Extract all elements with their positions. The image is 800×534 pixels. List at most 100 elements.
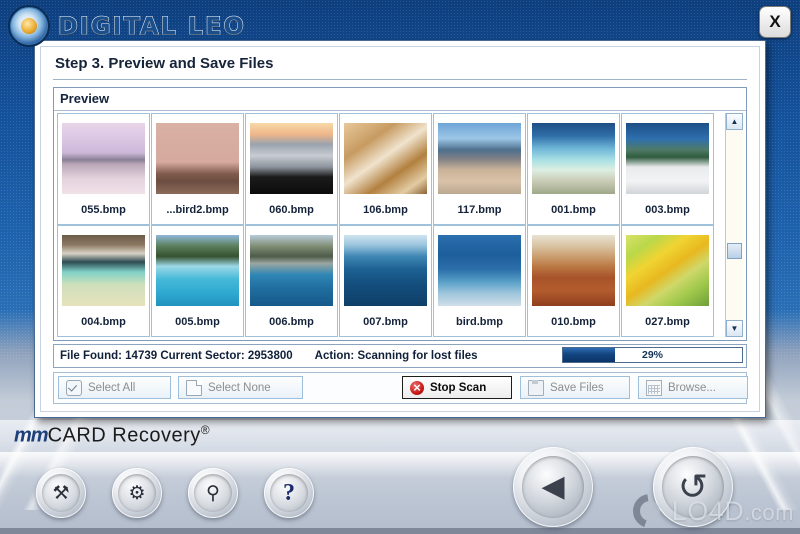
wrench-tool-icon: ⚒: [52, 482, 70, 504]
thumbnail-item[interactable]: 006.bmp: [245, 225, 338, 337]
floppy-disk-icon: [528, 379, 544, 396]
magnifier-search-inner: ⚲: [194, 474, 232, 512]
close-icon: X: [769, 12, 781, 31]
thumbnail-image: [61, 234, 146, 307]
brand-title-prefix: DIGITAL: [58, 12, 178, 41]
page-title: Step 3. Preview and Save Files: [55, 55, 274, 72]
preview-scrollbar[interactable]: ▲ ▼: [725, 113, 743, 337]
browse-label: Browse...: [668, 381, 716, 394]
restart-circular-arrow-icon: ↺: [677, 466, 709, 507]
thumbnail-filename: 055.bmp: [81, 204, 126, 216]
thumbnail-item[interactable]: 005.bmp: [151, 225, 244, 337]
select-all-label: Select All: [88, 381, 136, 394]
background-footer-strip: [0, 528, 800, 534]
scrollbar-up-button[interactable]: ▲: [726, 113, 743, 130]
select-none-label: Select None: [208, 381, 271, 394]
thumbnail-filename: 010.bmp: [551, 316, 596, 328]
blank-page-icon: [186, 379, 202, 396]
thumbnail-image: [249, 122, 334, 195]
thumbnail-filename: bird.bmp: [455, 316, 504, 328]
thumbnail-item[interactable]: bird.bmp: [433, 225, 526, 337]
brand-header: DIGITAL LEO: [8, 5, 246, 47]
brand-title: DIGITAL LEO: [58, 12, 246, 41]
action-button-bar: Select All Select None Stop Scan Save Fi…: [53, 372, 748, 404]
back-triangle-icon: ◀: [541, 470, 565, 503]
thumbnail-grid: 055.bmp ...bird2.bmp 060.bmp 106.bmp 117.bmp…: [57, 113, 725, 337]
thumbnail-image: [531, 234, 616, 307]
stop-red-circle-icon: [410, 378, 424, 398]
gear-settings-inner: ⚙: [118, 474, 156, 512]
product-name-rest: CARD Recovery: [47, 424, 201, 447]
browse-button[interactable]: Browse...: [638, 376, 748, 399]
registered-mark: ®: [200, 423, 211, 437]
select-none-button[interactable]: Select None: [178, 376, 303, 399]
wrench-tool-inner: ⚒: [42, 474, 80, 512]
magnifier-search-icon: ⚲: [206, 482, 220, 504]
thumbnail-item[interactable]: 007.bmp: [339, 225, 432, 337]
status-bar: File Found: 14739 Current Sector: 295380…: [53, 344, 747, 368]
thumbnail-image: [625, 122, 710, 195]
application-window: DIGITAL LEO X Step 3. Preview and Save Fi…: [0, 0, 800, 534]
thumbnail-image: [61, 122, 146, 195]
thumbnail-image: [249, 234, 334, 307]
save-files-label: Save Files: [550, 381, 604, 394]
magnifier-search-button[interactable]: ⚲: [188, 468, 238, 518]
stop-scan-label: Stop Scan: [430, 381, 487, 394]
thumbnail-item[interactable]: ...bird2.bmp: [151, 113, 244, 225]
back-button-inner: ◀: [522, 456, 584, 518]
thumbnail-filename: 060.bmp: [269, 204, 314, 216]
main-dialog: Step 3. Preview and Save Files Preview 0…: [34, 40, 766, 418]
checkbox-check-icon: [66, 379, 82, 396]
preview-group-box: Preview 055.bmp ...bird2.bmp 060.bmp 106.bm…: [53, 87, 747, 341]
thumbnail-filename: 003.bmp: [645, 204, 690, 216]
help-question-icon: ?: [283, 480, 295, 506]
scrollbar-thumb[interactable]: [727, 243, 742, 259]
help-button[interactable]: ?: [264, 468, 314, 518]
thumbnail-image: [343, 234, 428, 307]
thumbnail-image: [155, 122, 240, 195]
gear-settings-button[interactable]: ⚙: [112, 468, 162, 518]
thumbnail-item[interactable]: 106.bmp: [339, 113, 432, 225]
preview-legend-label: Preview: [60, 91, 110, 106]
scrollbar-down-button[interactable]: ▼: [726, 320, 743, 337]
thumbnail-image: [437, 122, 522, 195]
product-name: mmCARD Recovery®: [14, 423, 210, 448]
thumbnail-filename: 004.bmp: [81, 316, 126, 328]
globe-lion-logo-icon: [8, 5, 50, 47]
back-button[interactable]: ◀: [513, 447, 593, 527]
restart-button-inner: ↺: [662, 456, 724, 518]
thumbnail-image: [437, 234, 522, 307]
title-divider: [53, 79, 747, 80]
product-name-mm: mm: [14, 424, 49, 447]
thumbnail-item[interactable]: 060.bmp: [245, 113, 338, 225]
thumbnail-image: [343, 122, 428, 195]
help-inner: ?: [270, 474, 308, 512]
thumbnail-item[interactable]: 117.bmp: [433, 113, 526, 225]
thumbnail-filename: 007.bmp: [363, 316, 408, 328]
restart-button[interactable]: ↺: [653, 447, 733, 527]
thumbnail-item[interactable]: 010.bmp: [527, 225, 620, 337]
thumbnail-filename: 027.bmp: [645, 316, 690, 328]
thumbnail-item[interactable]: 001.bmp: [527, 113, 620, 225]
status-files-sector: File Found: 14739 Current Sector: 295380…: [60, 350, 293, 362]
thumbnail-image: [625, 234, 710, 307]
gear-settings-icon: ⚙: [128, 482, 146, 504]
save-files-button[interactable]: Save Files: [520, 376, 630, 399]
thumbnail-filename: 106.bmp: [363, 204, 408, 216]
thumbnail-row: 055.bmp ...bird2.bmp 060.bmp 106.bmp 117.bmp…: [57, 113, 725, 225]
preview-legend-divider: [54, 110, 746, 111]
brand-title-suffix: LEO: [187, 12, 246, 41]
wrench-tool-button[interactable]: ⚒: [36, 468, 86, 518]
thumbnail-item[interactable]: 027.bmp: [621, 225, 714, 337]
thumbnail-item[interactable]: 003.bmp: [621, 113, 714, 225]
thumbnail-item[interactable]: 004.bmp: [57, 225, 150, 337]
thumbnail-item[interactable]: 055.bmp: [57, 113, 150, 225]
status-action-text: Action: Scanning for lost files: [314, 350, 478, 362]
select-all-button[interactable]: Select All: [58, 376, 171, 399]
stop-scan-button[interactable]: Stop Scan: [402, 376, 512, 399]
thumbnail-filename: ...bird2.bmp: [166, 204, 229, 216]
thumbnail-filename: 005.bmp: [175, 316, 220, 328]
thumbnail-row: 004.bmp 005.bmp 006.bmp 007.bmp bird.bmp 010.…: [57, 225, 725, 337]
grid-folder-icon: [646, 379, 662, 396]
close-window-button[interactable]: X: [759, 6, 791, 38]
